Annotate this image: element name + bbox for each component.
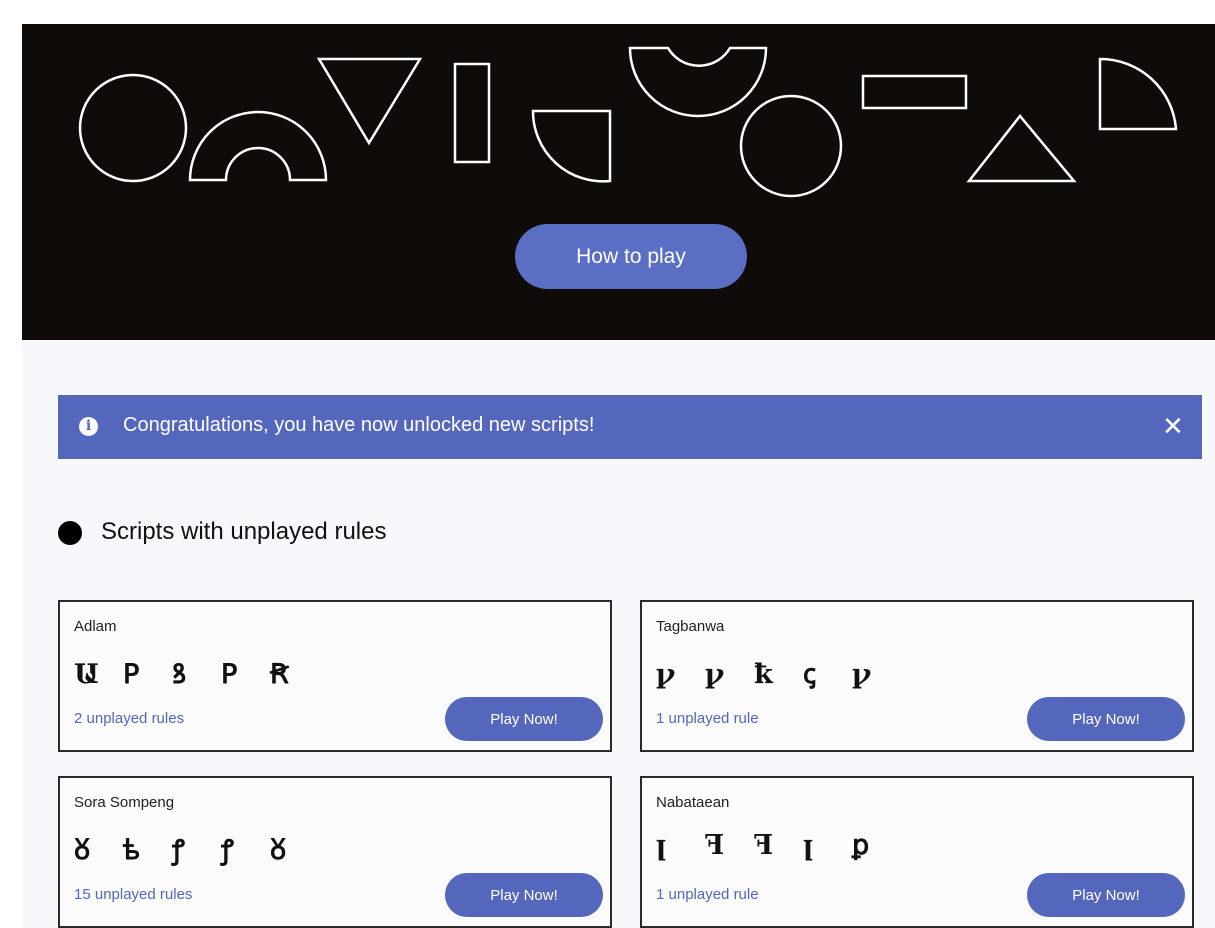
script-name: Adlam xyxy=(74,618,117,635)
arch-shape xyxy=(188,110,328,182)
script-glyphs: ԱꓑꝸꓑꞦ xyxy=(74,654,319,691)
cup-shape xyxy=(628,46,768,118)
script-glyph: ꝩ xyxy=(852,659,872,690)
script-glyphs: ꝩꝩꝁꞔꝩ xyxy=(656,654,901,691)
unlock-notification: i Congratulations, you have now unlocked… xyxy=(58,395,1202,459)
script-glyph: ꝭ xyxy=(172,835,185,866)
triangle-down-shape xyxy=(316,57,423,146)
script-name: Sora Sompeng xyxy=(74,794,175,811)
script-glyph: ꝑ xyxy=(852,830,870,861)
notification-message: Congratulations, you have now unlocked n… xyxy=(123,414,595,436)
horizontal-bar-shape xyxy=(861,74,968,110)
script-glyph: ᲈ xyxy=(74,835,91,866)
script-card-nabataean: Nabataean ꞁꟻꟻꞁꝑ 1 unplayed rule Play Now… xyxy=(640,776,1194,928)
script-glyphs: ᲈᲇꝭꝭᲈ xyxy=(74,830,319,867)
script-card-sora-sompeng: Sora Sompeng ᲈᲇꝭꝭᲈ 15 unplayed rules Pla… xyxy=(58,776,612,928)
script-card-tagbanwa: Tagbanwa ꝩꝩꝁꞔꝩ 1 unplayed rule Play Now! xyxy=(640,600,1194,752)
close-icon[interactable]: ✕ xyxy=(1156,411,1186,442)
script-glyph: ᲇ xyxy=(123,835,141,866)
script-glyph: ꟻ xyxy=(705,830,725,861)
play-now-button[interactable]: Play Now! xyxy=(1027,873,1185,917)
play-now-button[interactable]: Play Now! xyxy=(445,873,603,917)
how-to-play-button[interactable]: How to play xyxy=(515,224,747,289)
script-glyph: ꟻ xyxy=(754,830,774,861)
script-glyph: ꝩ xyxy=(705,659,725,690)
script-glyph: ꞁ xyxy=(656,830,667,861)
script-glyph: ꝸ xyxy=(172,659,187,690)
quarter-shape xyxy=(531,109,612,183)
vertical-bar-shape xyxy=(453,62,491,164)
hero-banner: How to play xyxy=(22,24,1215,340)
quarter-circle-shape xyxy=(1098,57,1178,131)
script-glyphs: ꞁꟻꟻꞁꝑ xyxy=(656,830,901,861)
script-glyph: ꓑ xyxy=(123,659,140,690)
script-glyph: ꝭ xyxy=(221,835,234,866)
script-card-adlam: Adlam ԱꓑꝸꓑꞦ 2 unplayed rules Play Now! xyxy=(58,600,612,752)
circle-shape-2 xyxy=(739,94,843,198)
info-icon: i xyxy=(79,417,98,436)
play-now-button[interactable]: Play Now! xyxy=(1027,697,1185,741)
script-glyph: ꞁ xyxy=(803,830,814,861)
script-name: Nabataean xyxy=(656,794,730,811)
circle-shape xyxy=(78,73,188,183)
script-glyph: ꓑ xyxy=(221,659,238,690)
script-glyph: ꝁ xyxy=(754,659,774,690)
script-glyph: ᲈ xyxy=(270,835,287,866)
section-title: Scripts with unplayed rules xyxy=(101,518,387,545)
unplayed-count: 15 unplayed rules xyxy=(74,886,193,903)
triangle-up-shape xyxy=(966,114,1077,183)
unplayed-count: 1 unplayed rule xyxy=(656,886,759,903)
bullet-dot-icon xyxy=(58,521,82,545)
unplayed-count: 2 unplayed rules xyxy=(74,710,185,727)
play-now-button[interactable]: Play Now! xyxy=(445,697,603,741)
script-glyph: Ա xyxy=(74,659,100,690)
decorative-shapes xyxy=(78,46,1178,198)
main-content: i Congratulations, you have now unlocked… xyxy=(22,340,1215,928)
script-glyph: ꞔ xyxy=(803,659,816,690)
script-name: Tagbanwa xyxy=(656,618,725,635)
unplayed-count: 1 unplayed rule xyxy=(656,710,759,727)
script-glyph: Ꞧ xyxy=(270,659,289,690)
script-glyph: ꝩ xyxy=(656,659,676,690)
